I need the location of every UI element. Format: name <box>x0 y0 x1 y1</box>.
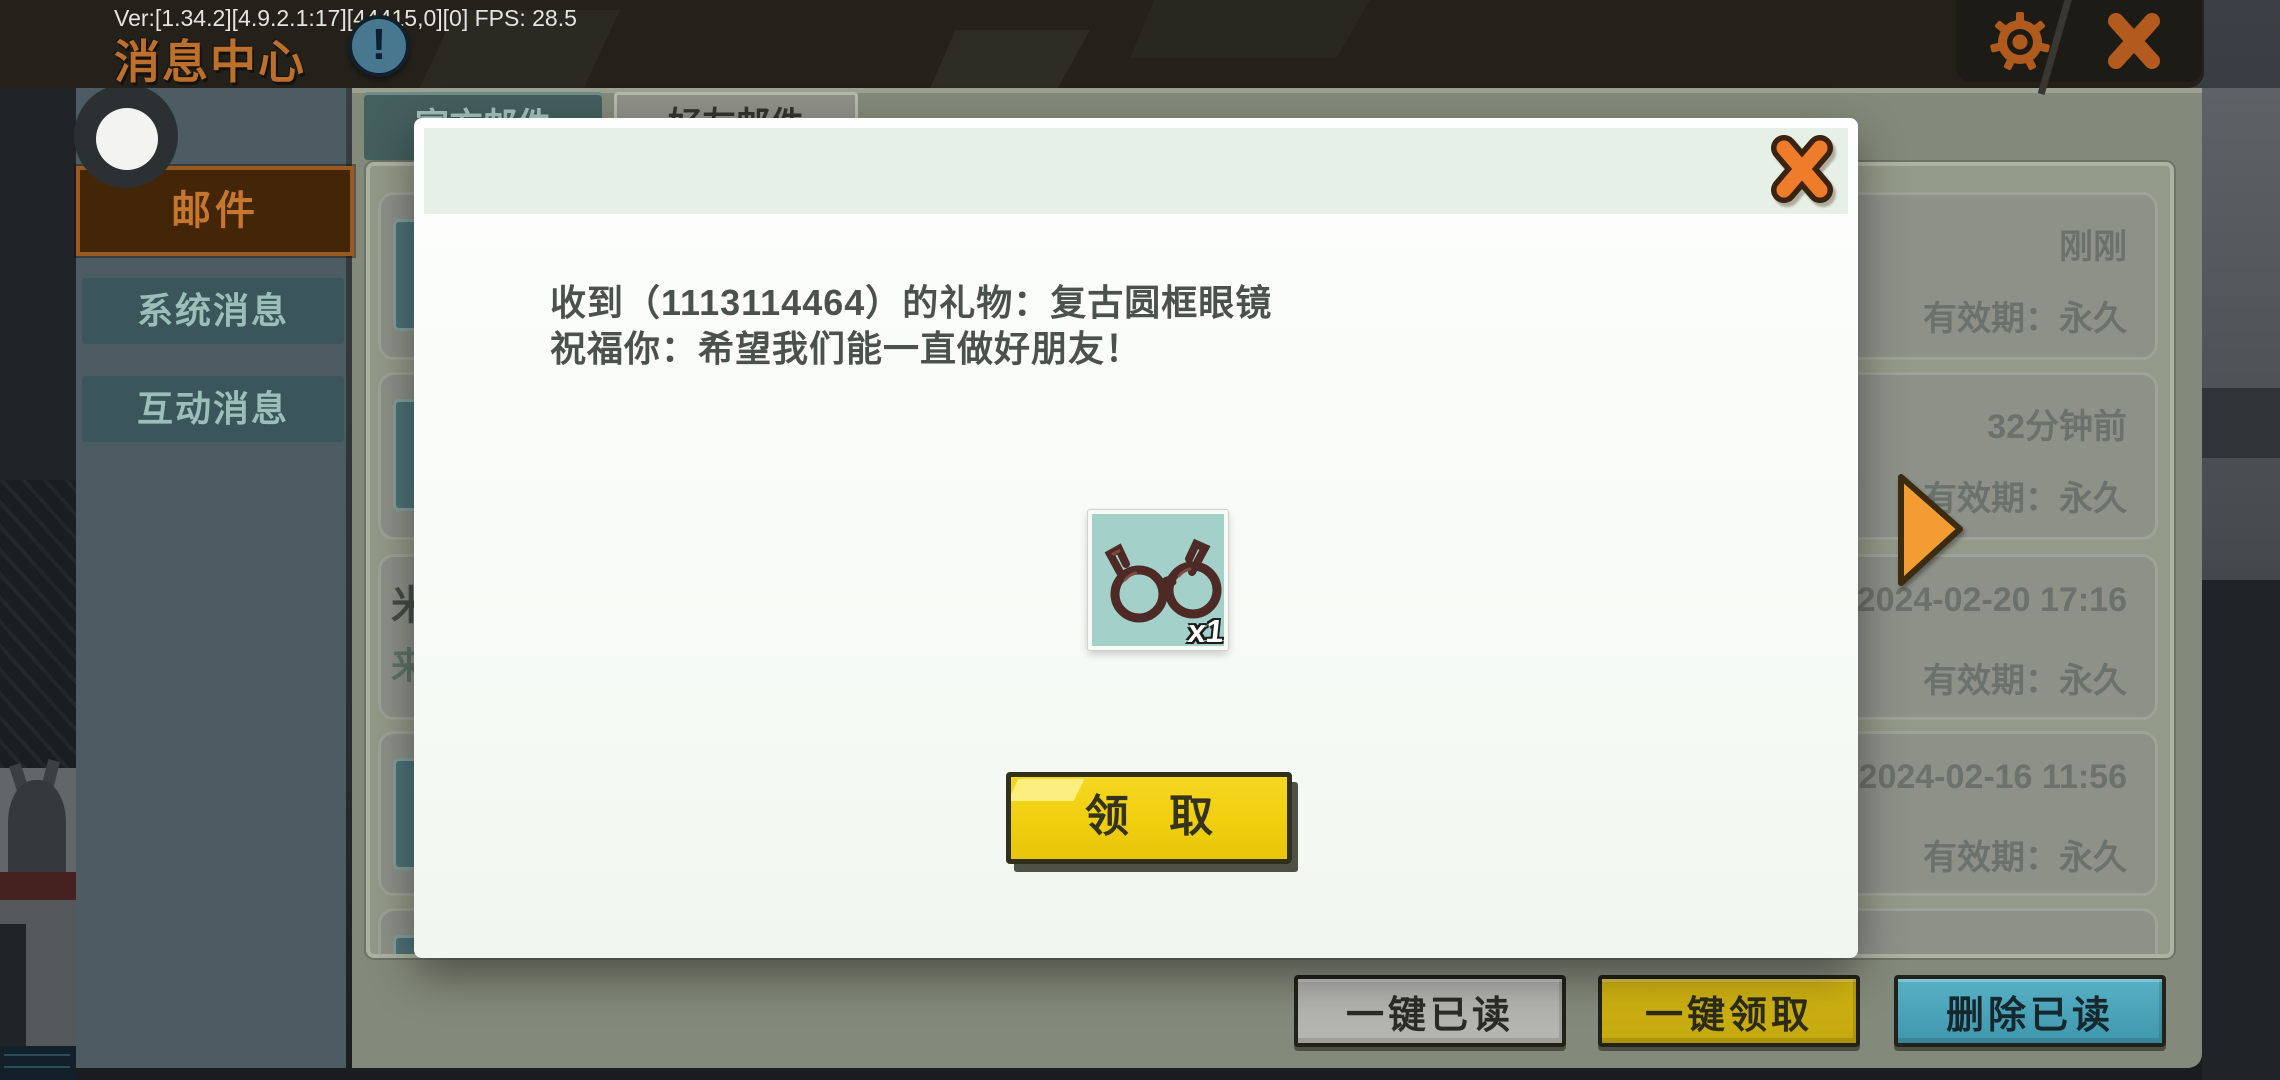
mail-time: 刚刚 <box>2059 219 2127 268</box>
close-icon <box>1762 197 1842 214</box>
avatar-face <box>96 108 158 170</box>
gift-message-line2: 祝福你：希望我们能一直做好朋友！ <box>550 320 1142 372</box>
top-bar: Ver:[1.34.2][4.9.2.1:17][44415,0][0] FPS… <box>0 0 2204 88</box>
mail-time: 2024-02-16 11:56 <box>1859 758 2127 797</box>
gift-item-slot[interactable]: x1 <box>1088 510 1228 650</box>
dialog-close-button[interactable] <box>1762 128 1842 210</box>
mark-all-read-button[interactable]: 一键已读 <box>1294 975 1566 1047</box>
scene-water <box>0 1046 76 1080</box>
settings-button[interactable] <box>1986 8 2054 76</box>
mail-validity: 有效期：永久 <box>1923 653 2127 702</box>
dialog-header <box>424 128 1848 214</box>
gift-message-line1: 收到（1113114464）的礼物：复古圆框眼镜 <box>550 274 1272 326</box>
claim-all-button[interactable]: 一键领取 <box>1598 975 1860 1047</box>
scene-roof-ornament <box>8 780 66 872</box>
mail-validity: 有效期：永久 <box>1923 291 2127 340</box>
sidebar-item-system-messages[interactable]: 系统消息 <box>82 278 344 344</box>
close-icon <box>2102 59 2166 76</box>
claim-button[interactable]: 领 取 <box>1006 772 1292 864</box>
scene-roof-tiles <box>0 480 76 768</box>
gift-mail-dialog: 收到（1113114464）的礼物：复古圆框眼镜 祝福你：希望我们能一直做好朋友… <box>414 118 1858 958</box>
scene-building <box>2202 580 2280 1080</box>
scene-wave-line <box>4 1066 70 1068</box>
exclamation-icon[interactable]: ! <box>348 15 410 77</box>
topbar-camo-shape <box>1130 0 1370 58</box>
mail-time: 32分钟前 <box>1987 399 2127 448</box>
gear-icon <box>1986 63 2054 80</box>
background-scene-left <box>0 88 76 1080</box>
delete-read-button[interactable]: 删除已读 <box>1894 975 2166 1047</box>
item-count-badge: x1 <box>1186 613 1225 650</box>
scene-post <box>0 924 26 1046</box>
mail-validity: 有效期：永久 <box>1923 830 2127 879</box>
page-title: 消息中心 <box>114 26 306 92</box>
arrow-right-indicator <box>1896 472 1968 590</box>
game-screen: Ver:[1.34.2][4.9.2.1:17][44415,0][0] FPS… <box>0 0 2280 1080</box>
scene-wave-line <box>4 1054 70 1056</box>
close-button[interactable] <box>2102 10 2166 72</box>
scene-red-beam <box>0 872 76 900</box>
sidebar-item-interactive-messages[interactable]: 互动消息 <box>82 376 344 442</box>
scene-building-roof <box>2202 388 2280 458</box>
background-scene-right <box>2202 88 2280 1080</box>
topbar-camo-shape <box>930 30 1090 88</box>
